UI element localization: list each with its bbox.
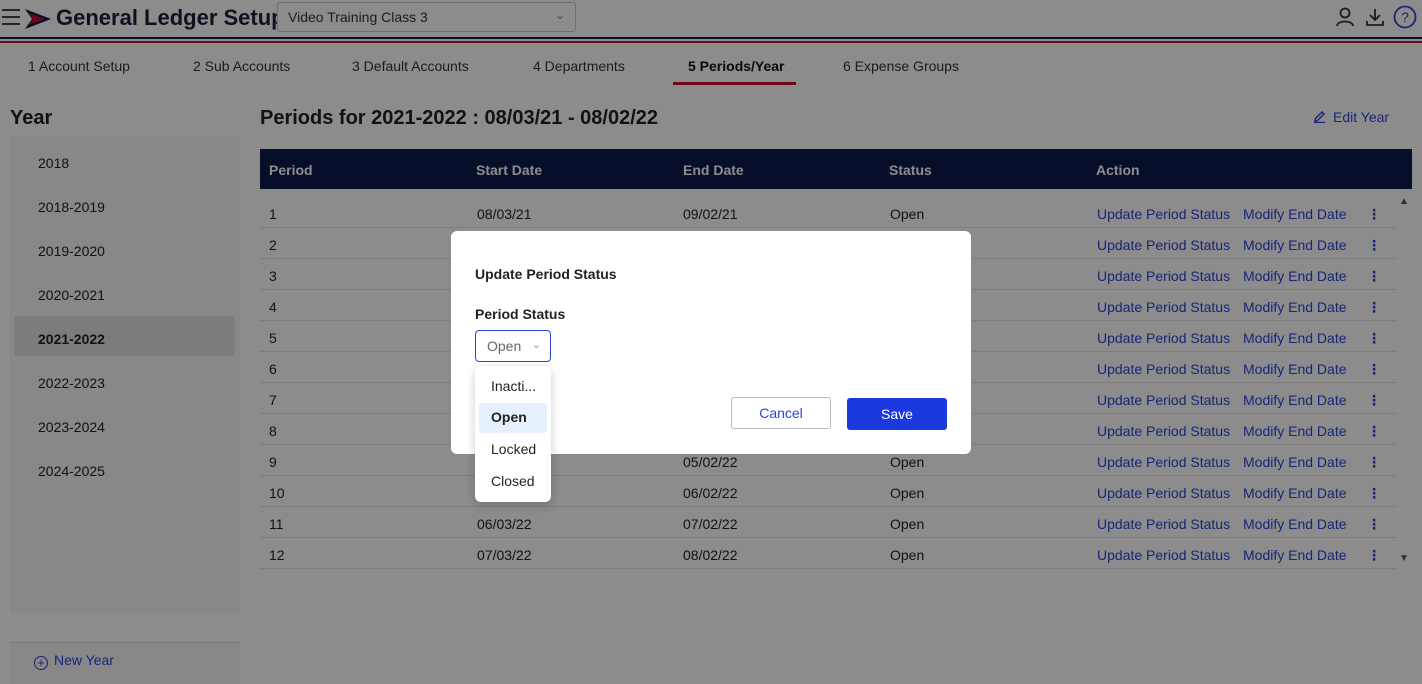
period-status-dropdown: Inacti... Open Locked Closed xyxy=(475,366,551,502)
chevron-down-icon: ⌄ xyxy=(531,339,541,351)
period-status-select-value: Open xyxy=(487,338,522,354)
option-open[interactable]: Open xyxy=(479,403,547,433)
cancel-button[interactable]: Cancel xyxy=(731,397,831,429)
option-closed[interactable]: Closed xyxy=(479,467,547,497)
save-button[interactable]: Save xyxy=(847,398,947,430)
period-status-select[interactable]: Open ⌄ xyxy=(475,330,551,362)
period-status-label: Period Status xyxy=(475,306,566,322)
dialog-title: Update Period Status xyxy=(475,266,617,282)
option-locked[interactable]: Locked xyxy=(479,435,547,465)
option-inactive[interactable]: Inacti... xyxy=(479,372,547,402)
